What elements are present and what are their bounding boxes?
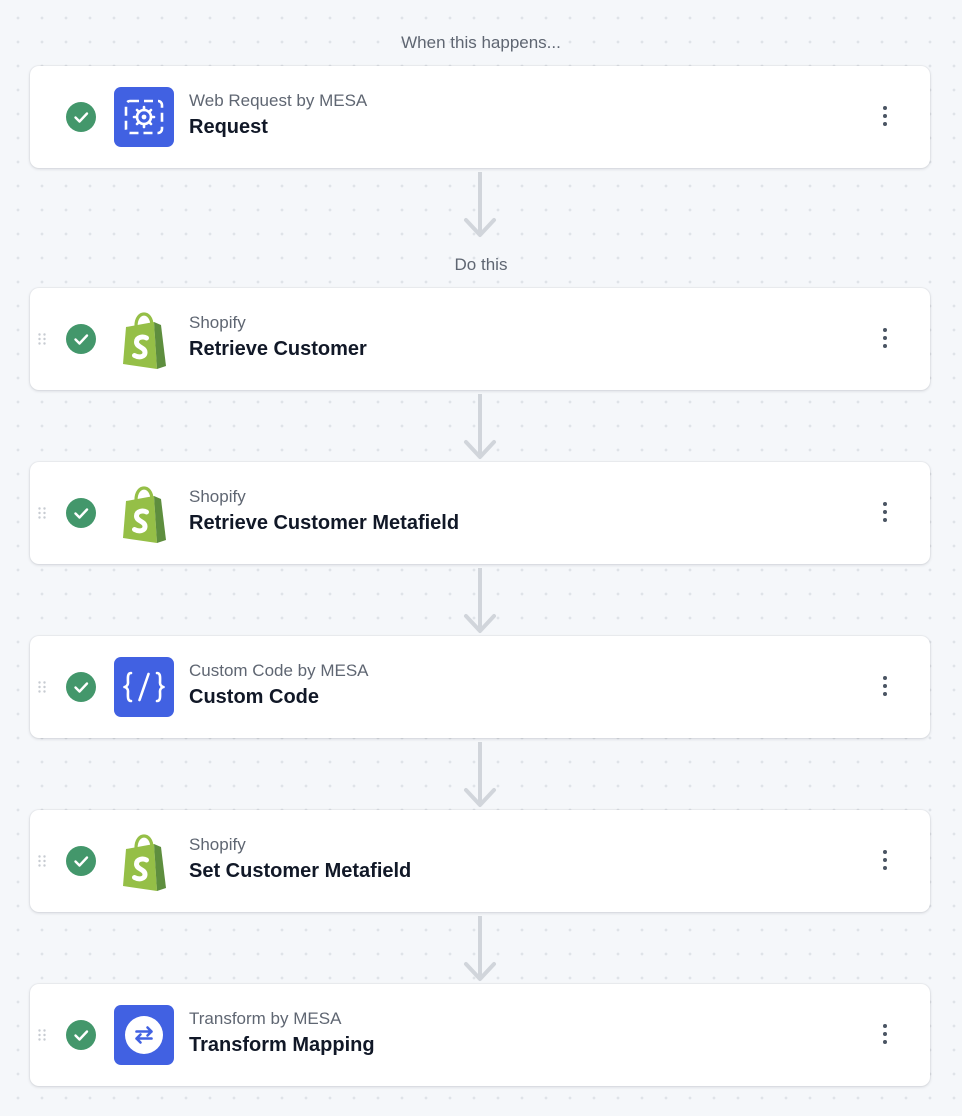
trigger-title: Request [189,116,268,138]
transform-icon [114,1005,174,1065]
step-title: Set Customer Metafield [189,860,412,882]
trigger-card[interactable]: Web Request by MESA Request [30,66,930,168]
custom-code-icon [114,657,174,717]
step-card[interactable]: Shopify Retrieve Customer Metafield [30,462,930,564]
shopify-icon [114,831,174,891]
connector-arrow-icon [464,568,496,633]
status-check-icon [66,324,96,354]
step-title: Custom Code [189,686,319,708]
step-card[interactable]: Shopify Set Customer Metafield [30,810,930,912]
step-app-name: Custom Code by MESA [189,661,369,680]
more-options-icon[interactable] [878,500,892,524]
status-check-icon [66,102,96,132]
status-check-icon [66,1020,96,1050]
connector-arrow-icon [464,172,496,237]
status-check-icon [66,846,96,876]
drag-handle-icon[interactable] [37,332,47,346]
shopify-icon [114,309,174,369]
web-request-icon [114,87,174,147]
step-card[interactable]: Shopify Retrieve Customer [30,288,930,390]
step-app-name: Shopify [189,487,246,506]
connector-arrow-icon [464,916,496,981]
trigger-section-label: When this happens... [401,33,561,52]
step-app-name: Shopify [189,835,246,854]
shopify-icon [114,483,174,543]
more-options-icon[interactable] [878,674,892,698]
step-title: Transform Mapping [189,1034,375,1056]
status-check-icon [66,672,96,702]
drag-handle-icon[interactable] [37,506,47,520]
drag-handle-icon[interactable] [37,1028,47,1042]
step-card[interactable]: Custom Code by MESA Custom Code [30,636,930,738]
drag-handle-icon[interactable] [37,680,47,694]
actions-section-label: Do this [454,255,508,274]
connector-arrow-icon [464,394,496,459]
step-title: Retrieve Customer [189,338,367,360]
step-title: Retrieve Customer Metafield [189,512,460,534]
status-check-icon [66,498,96,528]
more-options-icon[interactable] [878,104,892,128]
step-app-name: Shopify [189,313,246,332]
more-options-icon[interactable] [878,326,892,350]
trigger-app-name: Web Request by MESA [189,91,368,110]
more-options-icon[interactable] [878,848,892,872]
step-card[interactable]: Transform by MESA Transform Mapping [30,984,930,1086]
more-options-icon[interactable] [878,1022,892,1046]
step-app-name: Transform by MESA [189,1009,342,1028]
drag-handle-icon[interactable] [37,854,47,868]
connector-arrow-icon [464,742,496,807]
